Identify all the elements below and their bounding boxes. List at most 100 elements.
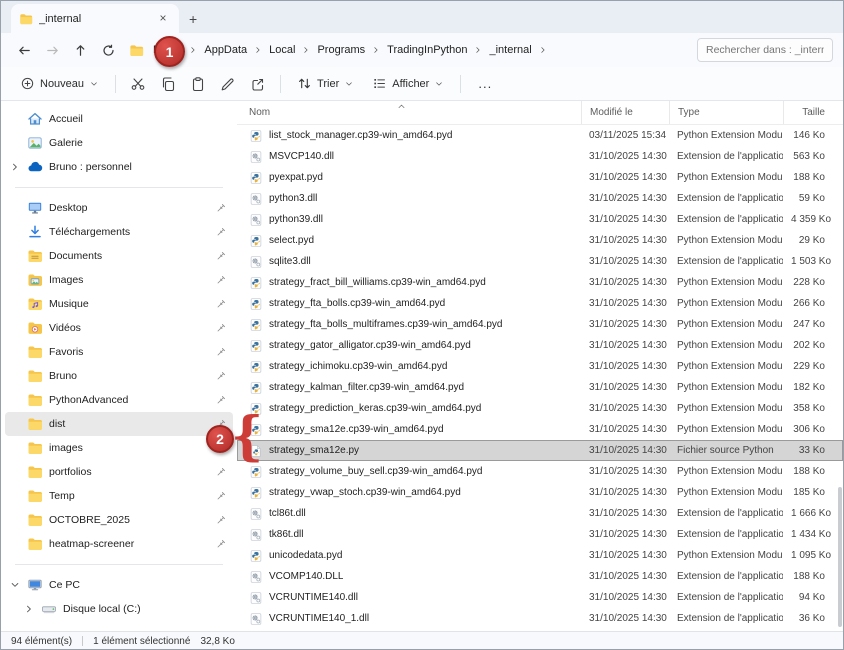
sidebar-item-ce-pc[interactable]: Ce PC — [5, 573, 233, 597]
file-row[interactable]: strategy_sma12e.cp39-win_amd64.pyd 31/10… — [237, 419, 843, 440]
file-row[interactable]: strategy_fta_bolls.cp39-win_amd64.pyd 31… — [237, 293, 843, 314]
chevron-right-icon[interactable] — [23, 603, 35, 615]
sidebar-item-vid-os[interactable]: Vidéos — [5, 316, 233, 340]
dll-icon — [249, 192, 263, 206]
sidebar-item-t-l-chargements[interactable]: Téléchargements — [5, 220, 233, 244]
file-row[interactable]: python3.dll 31/10/2025 14:30 Extension d… — [237, 188, 843, 209]
sidebar-item-desktop[interactable]: Desktop — [5, 196, 233, 220]
chevron-icon[interactable] — [9, 226, 21, 238]
back-button[interactable] — [11, 37, 37, 63]
breadcrumb-chevron-icon[interactable] — [188, 45, 198, 55]
sidebar-item-galerie[interactable]: Galerie — [5, 131, 233, 155]
breadcrumb-chevron-icon[interactable] — [253, 45, 263, 55]
file-row[interactable]: list_stock_manager.cp39-win_amd64.pyd 03… — [237, 125, 843, 146]
file-row[interactable]: strategy_kalman_filter.cp39-win_amd64.py… — [237, 377, 843, 398]
file-row[interactable]: strategy_prediction_keras.cp39-win_amd64… — [237, 398, 843, 419]
breadcrumb-chevron-icon[interactable] — [301, 45, 311, 55]
file-name-cell: strategy_sma12e.cp39-win_amd64.pyd — [237, 423, 581, 437]
paste-button[interactable] — [185, 71, 211, 97]
file-row[interactable]: strategy_volume_buy_sell.cp39-win_amd64.… — [237, 461, 843, 482]
chevron-icon[interactable] — [9, 370, 21, 382]
sidebar-item-documents[interactable]: Documents — [5, 244, 233, 268]
file-row[interactable]: strategy_sma12e.py 31/10/2025 14:30 Fich… — [237, 440, 843, 461]
up-button[interactable] — [67, 37, 93, 63]
view-button[interactable]: Afficher — [365, 72, 451, 95]
file-row[interactable]: strategy_fta_bolls_multiframes.cp39-win_… — [237, 314, 843, 335]
breadcrumb-chevron-icon[interactable] — [473, 45, 483, 55]
chevron-icon[interactable] — [9, 346, 21, 358]
chevron-icon[interactable] — [9, 466, 21, 478]
chevron-icon[interactable] — [9, 202, 21, 214]
share-button[interactable] — [245, 71, 271, 97]
breadcrumb-item[interactable]: _internal — [484, 41, 536, 59]
refresh-button[interactable] — [95, 37, 121, 63]
chevron-icon[interactable] — [9, 538, 21, 550]
column-header-modified[interactable]: Modifié le — [581, 101, 669, 124]
file-row[interactable]: strategy_gator_alligator.cp39-win_amd64.… — [237, 335, 843, 356]
cut-button[interactable] — [125, 71, 151, 97]
breadcrumb-chevron-icon[interactable] — [538, 45, 548, 55]
sidebar-item-bruno[interactable]: Bruno — [5, 364, 233, 388]
sidebar-item-pythonadvanced[interactable]: PythonAdvanced — [5, 388, 233, 412]
file-row[interactable]: pyexpat.pyd 31/10/2025 14:30 Python Exte… — [237, 167, 843, 188]
sidebar-item-images[interactable]: images — [5, 436, 233, 460]
file-row[interactable]: select.pyd 31/10/2025 14:30 Python Exten… — [237, 230, 843, 251]
file-row[interactable]: VCRUNTIME140.dll 31/10/2025 14:30 Extens… — [237, 587, 843, 608]
sidebar-item-octobre-2025[interactable]: OCTOBRE_2025 — [5, 508, 233, 532]
breadcrumb-chevron-icon[interactable] — [371, 45, 381, 55]
file-row[interactable]: tk86t.dll 31/10/2025 14:30 Extension de … — [237, 524, 843, 545]
sidebar-item-temp[interactable]: Temp — [5, 484, 233, 508]
copy-button[interactable] — [155, 71, 181, 97]
chevron-icon[interactable] — [9, 137, 21, 149]
column-header-name[interactable]: Nom — [237, 101, 581, 124]
sidebar-item-dist[interactable]: dist — [5, 412, 233, 436]
chevron-icon[interactable] — [9, 514, 21, 526]
column-header-size[interactable]: Taille — [783, 101, 833, 124]
new-tab-button[interactable]: + — [189, 12, 197, 26]
sidebar-item-images[interactable]: Images — [5, 268, 233, 292]
file-row[interactable]: strategy_ichimoku.cp39-win_amd64.pyd 31/… — [237, 356, 843, 377]
search-input[interactable] — [697, 38, 833, 62]
chevron-icon[interactable] — [9, 418, 21, 430]
explorer-tab[interactable]: _internal × — [11, 4, 179, 33]
scrollbar-thumb[interactable] — [838, 487, 842, 627]
file-row[interactable]: VCRUNTIME140_1.dll 31/10/2025 14:30 Exte… — [237, 608, 843, 629]
file-row[interactable]: python39.dll 31/10/2025 14:30 Extension … — [237, 209, 843, 230]
file-row[interactable]: sqlite3.dll 31/10/2025 14:30 Extension d… — [237, 251, 843, 272]
chevron-icon[interactable] — [9, 274, 21, 286]
sidebar-item-portfolios[interactable]: portfolios — [5, 460, 233, 484]
scrollbar[interactable] — [835, 125, 843, 631]
file-row[interactable]: strategy_vwap_stoch.cp39-win_amd64.pyd 3… — [237, 482, 843, 503]
file-explorer-window: _internal × + Bruno AppData Local Programs T… — [0, 0, 844, 650]
chevron-icon[interactable] — [9, 490, 21, 502]
chevron-icon[interactable] — [9, 298, 21, 310]
file-row[interactable]: tcl86t.dll 31/10/2025 14:30 Extension de… — [237, 503, 843, 524]
column-header-type[interactable]: Type — [669, 101, 783, 124]
sidebar-item-accueil[interactable]: Accueil — [5, 107, 233, 131]
file-row[interactable]: unicodedata.pyd 31/10/2025 14:30 Python … — [237, 545, 843, 566]
breadcrumb-item[interactable]: AppData — [199, 41, 252, 59]
file-row[interactable]: strategy_fract_bill_williams.cp39-win_am… — [237, 272, 843, 293]
file-row[interactable]: MSVCP140.dll 31/10/2025 14:30 Extension … — [237, 146, 843, 167]
sidebar-item-musique[interactable]: Musique — [5, 292, 233, 316]
chevron-icon[interactable] — [9, 250, 21, 262]
chevron-icon[interactable] — [9, 394, 21, 406]
chevron-right-icon[interactable] — [9, 161, 21, 173]
close-icon[interactable]: × — [155, 11, 171, 27]
breadcrumb-item[interactable]: Local — [264, 41, 300, 59]
chevron-icon[interactable] — [9, 322, 21, 334]
sidebar-item-bruno-personnel[interactable]: Bruno : personnel — [5, 155, 233, 179]
breadcrumb-item[interactable]: TradingInPython — [382, 41, 472, 59]
new-button[interactable]: Nouveau — [13, 72, 106, 95]
chevron-icon[interactable] — [9, 113, 21, 125]
chevron-icon[interactable] — [9, 442, 21, 454]
breadcrumb-item[interactable]: Programs — [312, 41, 370, 59]
more-options-button[interactable]: ... — [470, 76, 500, 91]
sidebar-item-heatmap-screener[interactable]: heatmap-screener — [5, 532, 233, 556]
rename-button[interactable] — [215, 71, 241, 97]
file-row[interactable]: VCOMP140.DLL 31/10/2025 14:30 Extension … — [237, 566, 843, 587]
sidebar-item-disque-local-c[interactable]: Disque local (C:) — [5, 597, 233, 621]
sidebar-item-favoris[interactable]: Favoris — [5, 340, 233, 364]
sort-button[interactable]: Trier — [290, 72, 361, 95]
chevron-down-icon[interactable] — [9, 579, 21, 591]
